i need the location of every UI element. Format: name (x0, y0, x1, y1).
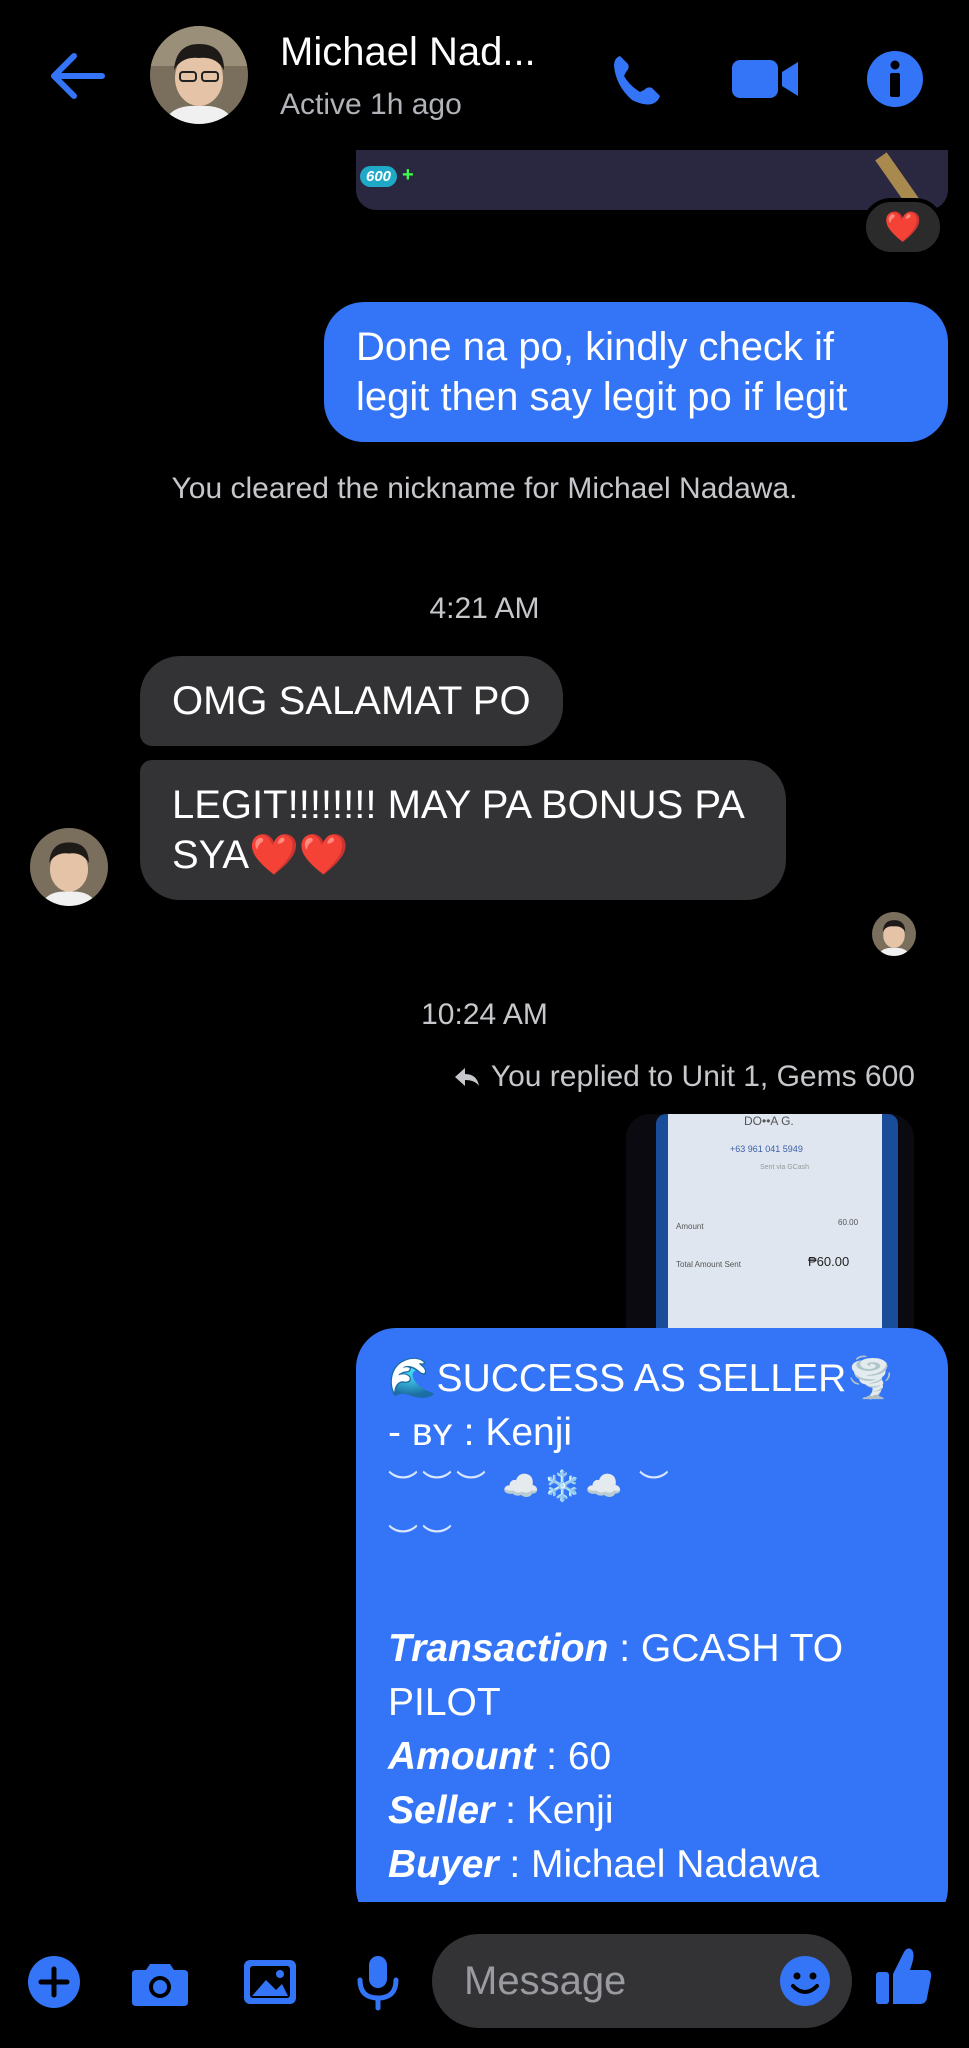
by-prefix: - ʙʏ : (388, 1411, 486, 1454)
phone-call-icon[interactable] (606, 48, 668, 110)
amount-value: : 60 (535, 1735, 612, 1778)
by-name: Kenji (485, 1411, 573, 1454)
receipt-amount-label: Amount (676, 1222, 704, 1231)
sender-avatar[interactable] (30, 828, 108, 906)
seller-value: : Kenji (494, 1789, 614, 1832)
seller-label: Seller (388, 1789, 495, 1832)
amount-line: Amount : 60 (388, 1730, 916, 1784)
seller-line: Seller : Kenji (388, 1784, 916, 1838)
gallery-icon[interactable] (240, 1952, 300, 2012)
buyer-value: : Michael Nadawa (498, 1843, 820, 1886)
receipt-screen: DO••A G. +63 961 041 5949 Sent via GCash… (668, 1114, 882, 1354)
chat-header: Michael Nad... Active 1h ago (0, 0, 969, 150)
active-status: Active 1h ago (280, 88, 462, 121)
receipt-amount-value: 60.00 (838, 1218, 859, 1227)
video-call-icon[interactable] (730, 48, 802, 110)
microphone-icon[interactable] (348, 1952, 408, 2012)
reply-indicator: You replied to Unit 1, Gems 600 (453, 1060, 915, 1094)
camera-icon[interactable] (130, 1952, 190, 2012)
composer-bar (0, 1902, 969, 2048)
receipt-number: +63 961 041 5949 (730, 1144, 803, 1154)
plus-circle-icon[interactable] (24, 1952, 84, 2012)
info-icon[interactable] (864, 48, 926, 110)
system-message: You cleared the nickname for Michael Nad… (171, 472, 798, 505)
shared-image-message[interactable]: 600 + (356, 150, 948, 210)
reaction-emoji: ❤️ (884, 210, 922, 244)
seen-avatar (872, 912, 916, 956)
contact-avatar[interactable] (150, 26, 248, 124)
emoji-icon[interactable] (778, 1954, 832, 2008)
reply-text: You replied to Unit 1, Gems 600 (490, 1060, 915, 1093)
conversation[interactable]: 600 + ❤️ Done na po, kindly check if leg… (0, 150, 969, 1902)
timestamp: 4:21 AM (429, 592, 540, 625)
success-card-message[interactable]: 🌊SUCCESS AS SELLER🌪️ - ʙʏ : Kenji ︶︶︶ ☁️… (356, 1328, 948, 1902)
timestamp: 10:24 AM (421, 998, 548, 1031)
receipt-via: Sent via GCash (760, 1164, 810, 1171)
buyer-line: Buyer : Michael Nadawa (388, 1838, 916, 1892)
message-input[interactable] (464, 1954, 764, 2008)
receipt-total-value: ₱60.00 (808, 1254, 850, 1269)
reply-arrow-icon (454, 1068, 479, 1086)
receipt-total-label: Total Amount Sent (676, 1260, 741, 1269)
gem-badge: 600 (360, 166, 398, 187)
receipt-name: DO••A G. (744, 1114, 794, 1128)
by-line: - ʙʏ : Kenji (388, 1406, 916, 1460)
receipt-image-preview[interactable]: DO••A G. +63 961 041 5949 Sent via GCash… (626, 1114, 914, 1354)
transaction-line: Transaction : GCASH TO PILOT (388, 1622, 916, 1730)
heart-reaction[interactable]: ❤️ (862, 198, 944, 256)
success-heading: 🌊SUCCESS AS SELLER🌪️ (388, 1357, 895, 1400)
outgoing-message[interactable]: Done na po, kindly check if legit then s… (324, 302, 948, 442)
buyer-label: Buyer (388, 1843, 499, 1886)
decoration-line: ︶︶ (388, 1524, 456, 1557)
amount-label: Amount (388, 1735, 536, 1778)
back-arrow-icon[interactable] (46, 50, 106, 102)
incoming-message[interactable]: LEGIT!!!!!!!! MAY PA BONUS PA SYA❤️❤️ (140, 760, 786, 900)
message-input-container[interactable] (432, 1934, 852, 2028)
contact-name[interactable]: Michael Nad... (280, 30, 536, 75)
transaction-label: Transaction (388, 1627, 609, 1670)
plus-icon: + (402, 164, 414, 186)
decoration-line: ︶︶︶ ☁️❄️☁️ ︶ (388, 1470, 673, 1503)
incoming-message[interactable]: OMG SALAMAT PO (140, 656, 563, 746)
like-thumbs-up-icon[interactable] (874, 1944, 934, 2004)
